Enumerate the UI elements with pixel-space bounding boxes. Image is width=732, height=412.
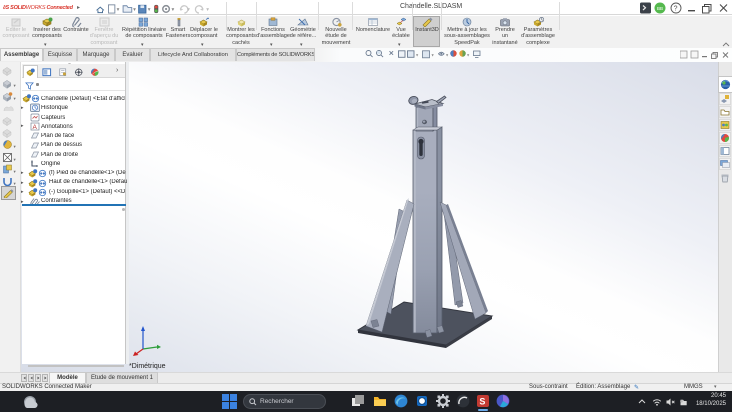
svg-text:S: S (479, 396, 485, 406)
